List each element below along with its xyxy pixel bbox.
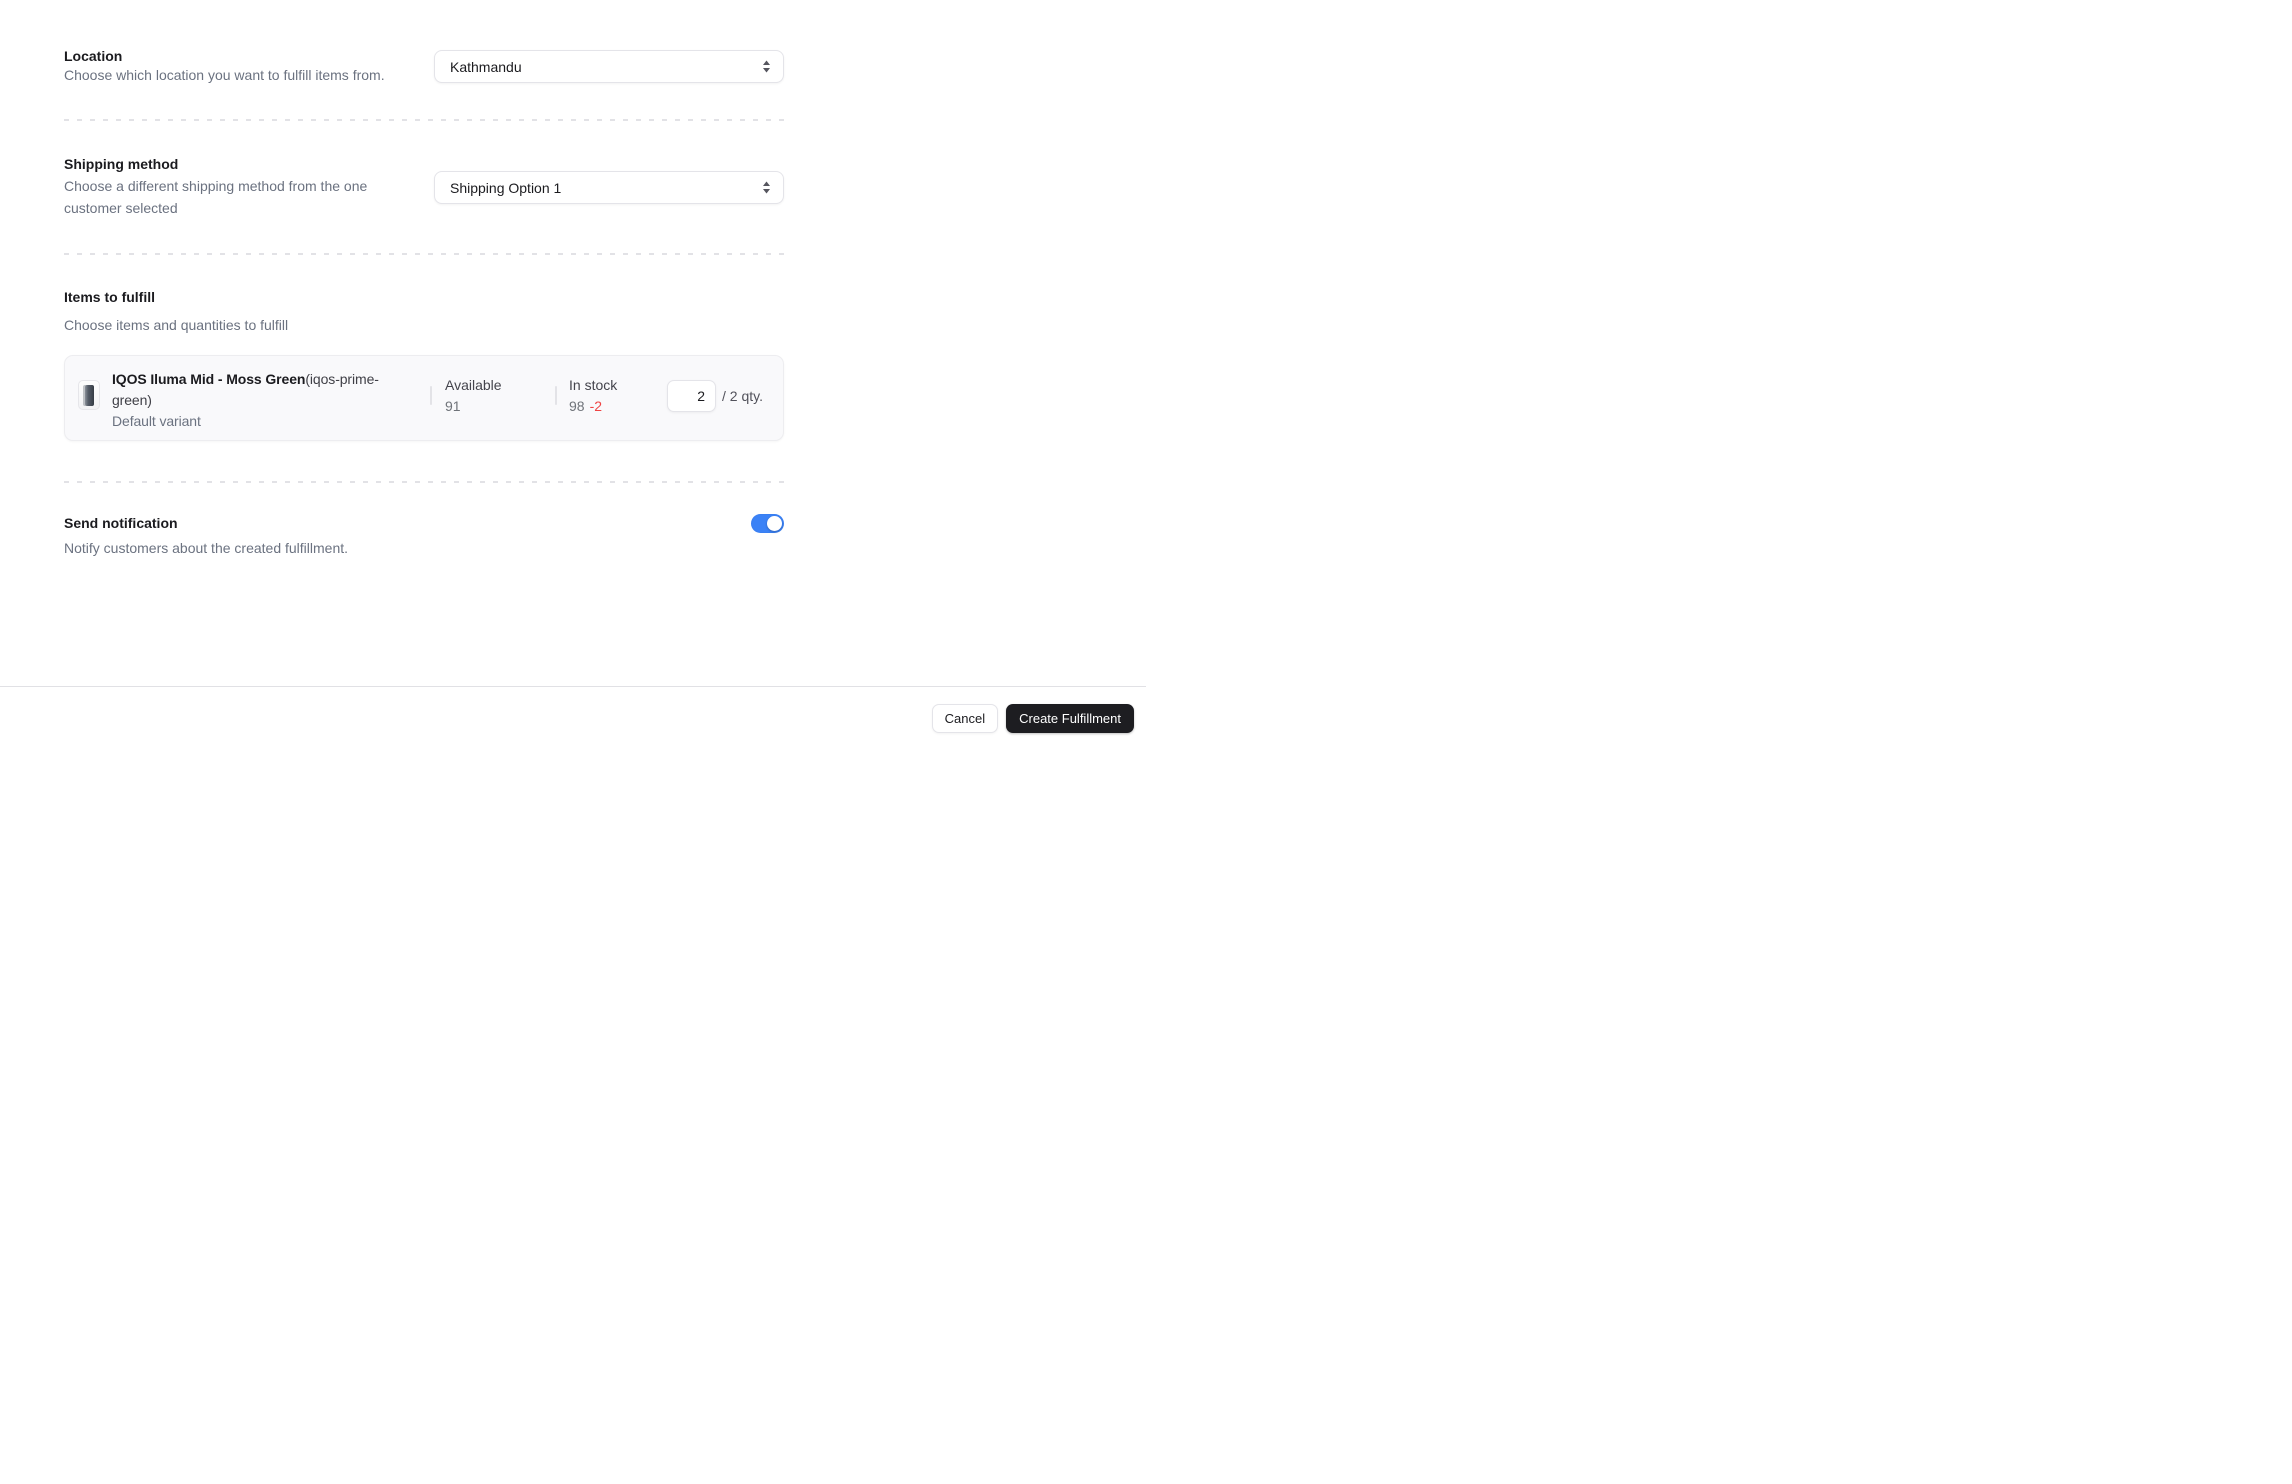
toggle-knob [767,516,782,531]
shipping-section-description: Choose a different shipping method from … [64,178,368,216]
location-select-value: Kathmandu [450,58,522,75]
available-column: Available 91 [445,375,502,417]
in-stock-label: In stock [569,377,618,393]
items-section-title: Items to fulfill [64,289,155,305]
create-fulfillment-button[interactable]: Create Fulfillment [1006,704,1134,733]
in-stock-value: 98 -2 [569,398,603,414]
items-section-description: Choose items and quantities to fulfill [64,317,289,333]
cancel-button[interactable]: Cancel [931,704,999,733]
location-section-description: Choose which location you want to fulfil… [64,67,385,83]
shipping-method-select[interactable]: Shipping Option 1 [434,171,784,204]
select-chevron-updown-icon [763,60,770,73]
dashed-divider [64,481,784,483]
dashed-divider [64,253,784,255]
shipping-section-title: Shipping method [64,156,179,172]
create-fulfillment-panel: Location Choose which location you want … [0,0,1146,742]
location-select[interactable]: Kathmandu [434,50,784,83]
stock-delta-value: -2 [589,398,603,414]
footer-actions: Cancel Create Fulfillment [931,704,1134,733]
vertical-divider [555,386,557,405]
product-variant-label: Default variant [112,413,201,429]
available-value: 91 [445,398,461,414]
available-label: Available [445,377,502,393]
in-stock-column: In stock 98 -2 [569,375,617,417]
product-title: IQOS Iluma Mid - Moss Green(iqos-prime-g… [112,369,416,432]
select-chevron-updown-icon [763,181,770,194]
notification-section-title: Send notification [64,515,178,531]
vertical-divider [430,386,432,405]
quantity-suffix: / 2 qty. [722,388,763,404]
dashed-divider [64,119,784,121]
fulfill-item-row: IQOS Iluma Mid - Moss Green(iqos-prime-g… [64,355,784,441]
footer-divider [0,686,1146,687]
product-device-icon [84,384,94,406]
notification-section-description: Notify customers about the created fulfi… [64,540,349,556]
product-thumbnail [78,380,100,410]
quantity-input[interactable] [667,380,716,412]
send-notification-toggle[interactable] [751,514,784,533]
shipping-method-select-value: Shipping Option 1 [450,179,562,196]
product-name: IQOS Iluma Mid - Moss Green [112,371,306,387]
